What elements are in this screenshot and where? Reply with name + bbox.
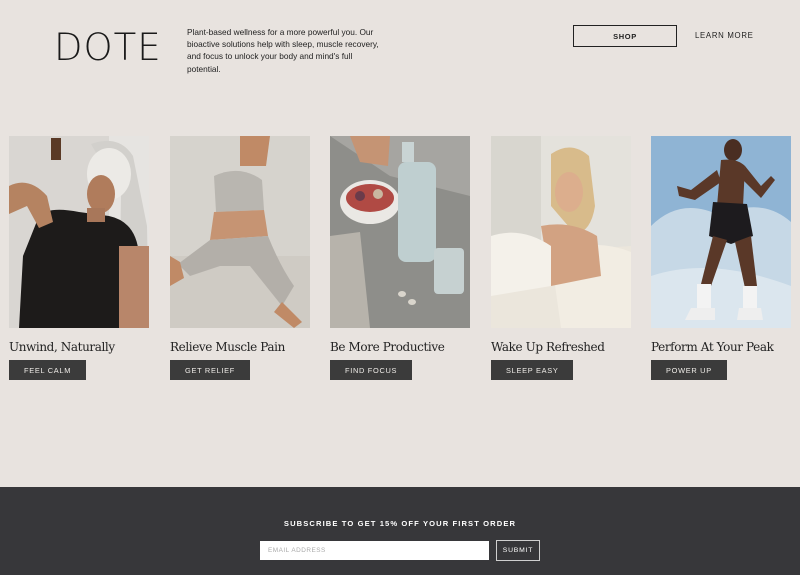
- subscribe-footer: SUBSCRIBE TO GET 15% OFF YOUR FIRST ORDE…: [0, 487, 800, 575]
- sleep-easy-button[interactable]: SLEEP EASY: [491, 360, 574, 380]
- learn-more-link[interactable]: LEARN MORE: [695, 31, 754, 40]
- shop-button[interactable]: SHOP: [573, 25, 677, 47]
- submit-button[interactable]: SUBMIT: [496, 540, 540, 561]
- card-title: Unwind, Naturally: [9, 340, 115, 354]
- card-title: Perform At Your Peak: [651, 340, 774, 354]
- focus-photo[interactable]: [330, 136, 470, 328]
- perform-photo[interactable]: [651, 136, 791, 328]
- product-card-calm: Unwind, Naturally FEEL CALM: [9, 136, 149, 380]
- find-focus-button[interactable]: FIND FOCUS: [330, 360, 413, 380]
- product-card-sleep: Wake Up Refreshed SLEEP EASY: [491, 136, 631, 380]
- feel-calm-button[interactable]: FEEL CALM: [9, 360, 87, 380]
- card-title: Relieve Muscle Pain: [170, 340, 285, 354]
- power-up-button[interactable]: POWER UP: [651, 360, 727, 380]
- product-card-perform: Perform At Your Peak POWER UP: [651, 136, 791, 380]
- card-title: Be More Productive: [330, 340, 445, 354]
- brand-logo[interactable]: DOTE: [54, 26, 162, 69]
- brand-tagline: Plant-based wellness for a more powerful…: [187, 27, 379, 74]
- relief-photo[interactable]: [170, 136, 310, 328]
- calm-photo[interactable]: [9, 136, 149, 328]
- subscribe-heading: SUBSCRIBE TO GET 15% OFF YOUR FIRST ORDE…: [283, 519, 517, 528]
- product-card-focus: Be More Productive FIND FOCUS: [330, 136, 470, 380]
- email-input[interactable]: [260, 541, 489, 560]
- product-card-relief: Relieve Muscle Pain GET RELIEF: [170, 136, 310, 380]
- sleep-photo[interactable]: [491, 136, 631, 328]
- get-relief-button[interactable]: GET RELIEF: [170, 360, 250, 380]
- card-title: Wake Up Refreshed: [491, 340, 605, 354]
